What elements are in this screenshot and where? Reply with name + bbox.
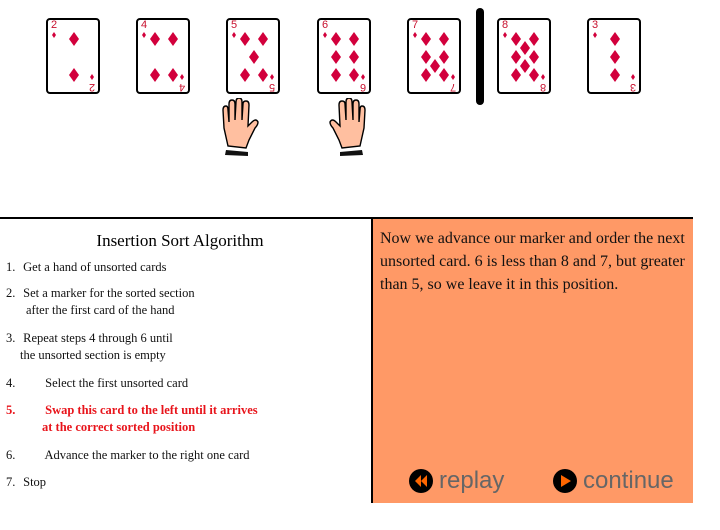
diamond-icon: [258, 32, 268, 46]
diamond-icon: [69, 68, 79, 82]
card-5-diamonds: 5 5: [226, 18, 280, 94]
card-rank: 8: [502, 19, 509, 31]
diamond-icon: [439, 32, 449, 46]
algorithm-step-3: 3. Repeat steps 4 through 6 until the un…: [6, 331, 173, 362]
diamond-icon: [323, 32, 327, 38]
card-4-diamonds: 4 4: [136, 18, 190, 94]
card-rank: 4: [141, 19, 148, 31]
explanation-text: Now we advance our marker and order the …: [380, 230, 685, 293]
diamond-icon: [142, 32, 146, 38]
card-rank-inverted: 4: [178, 81, 185, 93]
diamond-icon: [150, 32, 160, 46]
diamond-icon: [168, 68, 178, 82]
diamond-icon: [349, 32, 359, 46]
diamond-icon: [421, 32, 431, 46]
diamond-icon: [541, 74, 545, 80]
card-rank-inverted: 8: [539, 81, 546, 93]
card-8-diamonds: 8 8: [497, 18, 551, 94]
diamond-icon: [258, 68, 268, 82]
diamond-icon: [331, 68, 341, 82]
diamond-icon: [69, 32, 79, 46]
card-7-diamonds: 7 7: [407, 18, 461, 94]
algorithm-step-2: 2. Set a marker for the sorted section a…: [6, 286, 195, 317]
card-3-diamonds: 3 3: [587, 18, 641, 94]
diamond-icon: [610, 68, 620, 82]
algorithm-step-6: 6. Advance the marker to the right one c…: [6, 448, 250, 462]
diamond-icon: [168, 32, 178, 46]
hand-icon: [222, 98, 259, 156]
diamond-icon: [529, 32, 539, 46]
card-rank-inverted: 3: [629, 81, 636, 93]
card-rank: 6: [322, 19, 329, 31]
diamond-icon: [610, 32, 620, 46]
continue-label: continue: [583, 467, 674, 494]
diamond-icon: [270, 74, 274, 80]
diamond-icon: [249, 50, 259, 64]
diamond-icon: [52, 32, 56, 38]
diamond-icon: [511, 68, 521, 82]
algorithm-step-5-active: 5. Swap this card to the left until it a…: [6, 403, 258, 434]
diamond-icon: [90, 74, 94, 80]
diamond-icon: [439, 68, 449, 82]
card-rank: 5: [231, 19, 238, 31]
diamond-icon: [610, 50, 620, 64]
diamond-icon: [593, 32, 597, 38]
card-rank: 3: [592, 19, 599, 31]
diamond-icon: [180, 74, 184, 80]
diamond-icon: [631, 74, 635, 80]
diamond-icon: [349, 68, 359, 82]
diamond-icon: [361, 74, 365, 80]
card-rank: 2: [51, 19, 58, 31]
diamond-icon: [451, 74, 455, 80]
card-2-diamonds: 2 2: [46, 18, 100, 94]
diamond-icon: [349, 50, 359, 64]
algorithm-step-7: 7. Stop: [6, 475, 47, 489]
diamond-icon: [529, 50, 539, 64]
diamond-icon: [439, 50, 449, 64]
algorithm-title: Insertion Sort Algorithm: [96, 231, 264, 250]
diamond-icon: [529, 68, 539, 82]
algorithm-panel: Insertion Sort Algorithm 1. Get a hand o…: [0, 217, 371, 507]
replay-button[interactable]: replay: [409, 467, 504, 495]
diamond-icon: [150, 68, 160, 82]
diamond-icon: [331, 50, 341, 64]
diamond-icon: [331, 32, 341, 46]
card-rank-inverted: 7: [449, 81, 456, 93]
explanation-panel: Now we advance our marker and order the …: [371, 217, 693, 503]
rewind-icon: [409, 469, 433, 493]
card-rank: 7: [412, 19, 419, 31]
diamond-icon: [503, 32, 507, 38]
card-rank-inverted: 2: [88, 81, 95, 93]
card-rank-inverted: 5: [268, 81, 275, 93]
continue-button[interactable]: continue: [553, 467, 674, 495]
diamond-icon: [232, 32, 236, 38]
diamond-icon: [240, 68, 250, 82]
hand-icon: [329, 98, 366, 156]
diamond-icon: [240, 32, 250, 46]
algorithm-step-4: 4. Select the first unsorted card: [6, 376, 189, 390]
sorted-section-marker: [476, 8, 484, 105]
algorithm-step-1: 1. Get a hand of unsorted cards: [6, 260, 167, 274]
replay-label: replay: [439, 467, 505, 494]
card-6-diamonds: 6 6: [317, 18, 371, 94]
card-rank-inverted: 6: [359, 81, 366, 93]
diamond-icon: [413, 32, 417, 38]
play-icon: [553, 469, 577, 493]
diamond-icon: [421, 68, 431, 82]
